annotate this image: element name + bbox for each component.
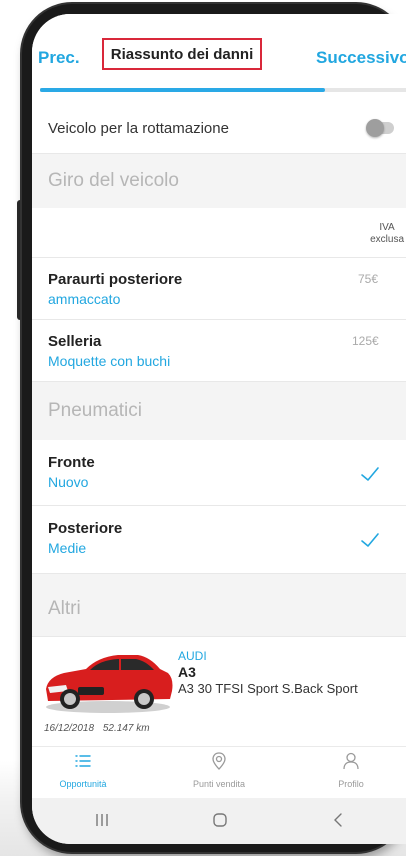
car-brand: AUDI [178,649,207,663]
vat-note-line2: exclusa [370,234,404,245]
vat-header-row: IVA exclusa [32,208,406,258]
section-vehicle-tour: Giro del veicolo [32,154,406,208]
nav-label: Profilo [338,779,364,789]
tire-row[interactable]: Fronte Nuovo [32,440,406,506]
nav-label: Punti vendita [192,779,246,789]
previous-button[interactable]: Prec. [38,48,80,68]
bottom-navigation: Opportunità Punti vendita Profilo [32,746,406,798]
checkmark-icon [361,533,379,547]
nav-label: Opportunità [59,779,107,789]
toggle-knob [366,119,384,137]
next-button[interactable]: Successivo [316,48,406,68]
progress-bar-fill [40,88,326,92]
vat-note: IVA exclusa [370,222,404,246]
progress-bar [40,88,406,92]
car-registration-date: 16/12/2018 [44,723,95,734]
tire-title: Fronte [48,454,95,471]
page-title: Riassunto dei danni [102,38,262,70]
car-mileage: 52.147 km [102,723,150,734]
damage-title: Selleria [48,333,102,350]
back-icon[interactable] [328,810,348,830]
scrapping-vehicle-label: Veicolo per la rottamazione [48,120,229,137]
section-others: Altri [32,574,406,636]
person-icon [343,752,359,770]
damage-subtitle: Moquette con buchi [48,353,171,369]
car-version: A3 30 TFSI Sport S.Back Sport [178,681,358,696]
section-title: Altri [48,598,81,619]
damage-title: Paraurti posteriore [48,271,183,288]
damage-price: 75€ [358,272,379,286]
scrapping-vehicle-toggle[interactable] [366,119,394,137]
car-model: A3 [178,664,196,680]
nav-item-opportunities[interactable]: Opportunità [38,751,128,789]
tire-subtitle: Nuovo [48,474,89,490]
section-tires: Pneumatici [32,382,406,440]
vehicle-card[interactable]: AUDI A3 A3 30 TFSI Sport S.Back Sport 16… [32,636,406,746]
top-bar: Prec. Riassunto dei danni Successivo [32,14,406,88]
damage-row[interactable]: Selleria Moquette con buchi 125€ [32,320,406,382]
car-image [46,655,173,713]
section-title: Giro del veicolo [48,170,179,191]
system-navigation-bar [32,798,406,844]
recent-apps-icon[interactable] [92,810,112,830]
tire-title: Posteriore [48,520,123,537]
checkmark-icon [361,467,379,481]
damage-subtitle: ammaccato [48,291,121,307]
list-icon [75,755,91,767]
car-meta: 16/12/2018 52.147 km [44,723,156,734]
damage-price: 125€ [352,334,379,348]
scrapping-vehicle-row: Veicolo per la rottamazione [32,96,406,154]
damage-row[interactable]: Paraurti posteriore ammaccato 75€ [32,258,406,320]
app-screen: Prec. Riassunto dei danni Successivo Vei… [32,14,406,844]
section-title: Pneumatici [48,400,142,421]
nav-item-points-of-sale[interactable]: Punti vendita [174,751,264,789]
tire-subtitle: Medie [48,540,87,556]
location-pin-icon [212,752,226,770]
tire-row[interactable]: Posteriore Medie [32,506,406,574]
nav-item-profile[interactable]: Profilo [306,751,396,789]
vat-note-line1: IVA [379,222,395,233]
home-icon[interactable] [210,810,230,830]
